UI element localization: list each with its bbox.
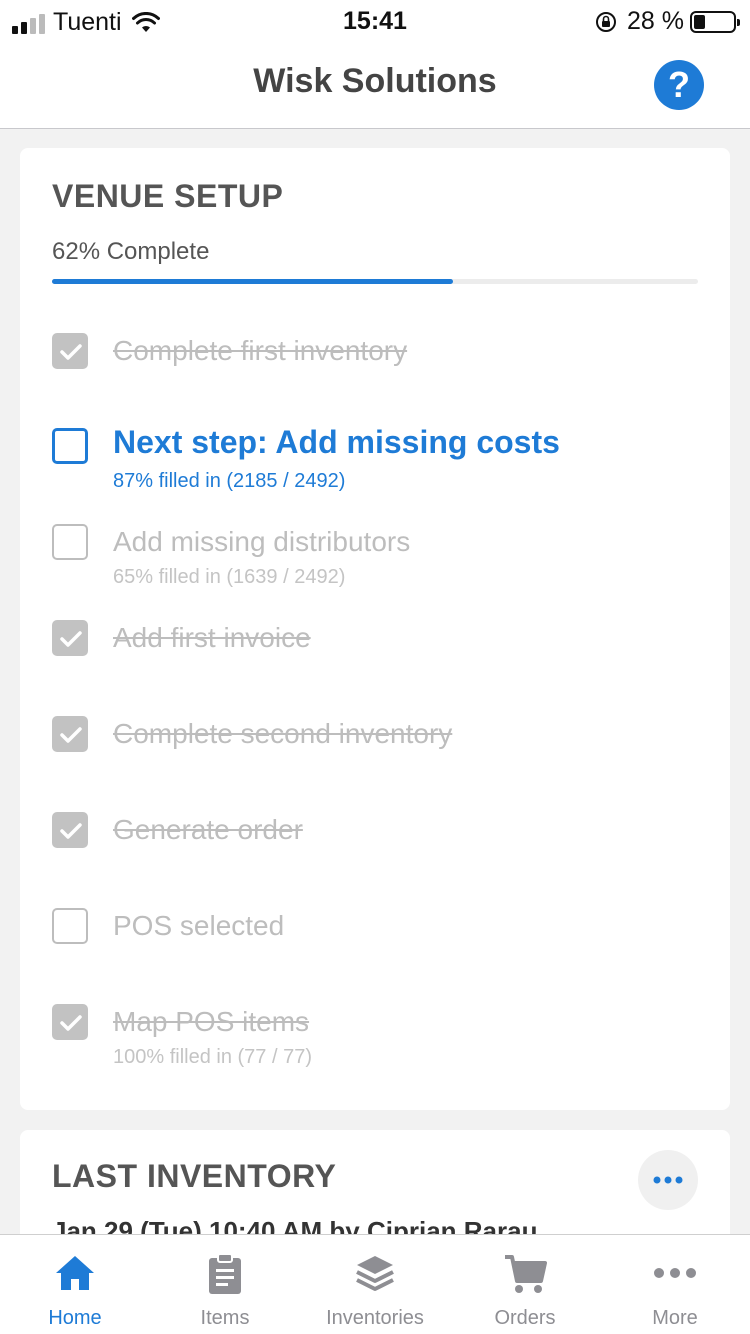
battery-icon	[690, 10, 740, 33]
task-progress-text: 65% filled in (1639 / 2492)	[113, 566, 346, 588]
tab-more[interactable]: More	[600, 1235, 750, 1334]
checkmark-icon	[60, 1015, 82, 1031]
task-progress-text: 100% filled in (77 / 77)	[113, 1046, 313, 1068]
status-bar: Tuenti 15:41 28 %	[0, 0, 750, 44]
rotation-lock-icon	[596, 11, 617, 32]
task-item[interactable]: Complete second inventory	[52, 716, 698, 776]
tab-label-home: Home	[48, 1307, 102, 1329]
more-dots-icon	[653, 1176, 683, 1184]
task-item[interactable]: Map POS items 100% filled in (77 / 77)	[52, 1004, 698, 1068]
home-icon	[56, 1256, 94, 1290]
task-label: Add first invoice	[113, 622, 311, 653]
task-checkbox[interactable]	[52, 1004, 88, 1040]
checkmark-icon	[60, 631, 82, 647]
tab-bar: Home Items Inventories Orders More	[0, 1234, 750, 1334]
app-header: Wisk Solutions ?	[0, 44, 750, 129]
task-item[interactable]: POS selected	[52, 908, 698, 968]
tab-orders[interactable]: Orders	[450, 1235, 600, 1334]
last-inventory-title: LAST INVENTORY	[52, 1158, 337, 1194]
tab-label-more: More	[652, 1307, 698, 1329]
venue-setup-title: VENUE SETUP	[52, 178, 284, 214]
checkmark-icon	[60, 823, 82, 839]
task-checkbox[interactable]	[52, 908, 88, 944]
task-item[interactable]: Add missing distributors 65% filled in (1…	[52, 524, 698, 588]
task-label: POS selected	[113, 910, 285, 941]
task-checkbox[interactable]	[52, 812, 88, 848]
checkmark-icon	[60, 727, 82, 743]
task-label: Complete second inventory	[113, 718, 453, 749]
task-checkbox[interactable]	[52, 620, 88, 656]
checkmark-icon	[60, 344, 82, 360]
progress-label: 62% Complete	[52, 238, 210, 265]
task-checkbox[interactable]	[52, 716, 88, 752]
task-label: Complete first inventory	[113, 335, 408, 366]
more-options-button[interactable]	[638, 1150, 698, 1210]
more-dots-icon	[654, 1268, 696, 1278]
task-label: Add missing distributors	[113, 526, 411, 557]
help-button[interactable]: ?	[654, 60, 704, 110]
venue-setup-card: VENUE SETUP 62% Complete Complete first …	[20, 148, 730, 1110]
status-right: 28 %	[595, 7, 740, 36]
task-item[interactable]: Complete first inventory	[52, 333, 698, 393]
battery-percent: 28 %	[627, 7, 684, 35]
tab-home[interactable]: Home	[0, 1235, 150, 1334]
tab-label-inventories: Inventories	[326, 1307, 424, 1329]
task-checkbox[interactable]	[52, 428, 88, 464]
task-progress-text: 87% filled in (2185 / 2492)	[113, 470, 346, 492]
progress-fill	[52, 279, 453, 284]
tab-label-orders: Orders	[494, 1307, 556, 1329]
page-title: Wisk Solutions	[253, 62, 497, 100]
tab-items[interactable]: Items	[150, 1235, 300, 1334]
task-label: Map POS items	[113, 1006, 310, 1037]
cart-icon	[505, 1255, 547, 1293]
tab-label-items: Items	[200, 1307, 250, 1329]
task-item[interactable]: Next step: Add missing costs 87% filled i…	[52, 424, 698, 492]
task-item[interactable]: Add first invoice	[52, 620, 698, 680]
task-checkbox[interactable]	[52, 524, 88, 560]
task-label: Generate order	[113, 814, 303, 845]
layers-icon	[356, 1256, 394, 1291]
tab-inventories[interactable]: Inventories	[300, 1235, 450, 1334]
task-item[interactable]: Generate order	[52, 812, 698, 872]
progress-bar	[52, 279, 698, 284]
task-checkbox[interactable]	[52, 333, 88, 369]
clipboard-icon	[209, 1253, 241, 1294]
task-label: Next step: Add missing costs	[113, 424, 560, 460]
